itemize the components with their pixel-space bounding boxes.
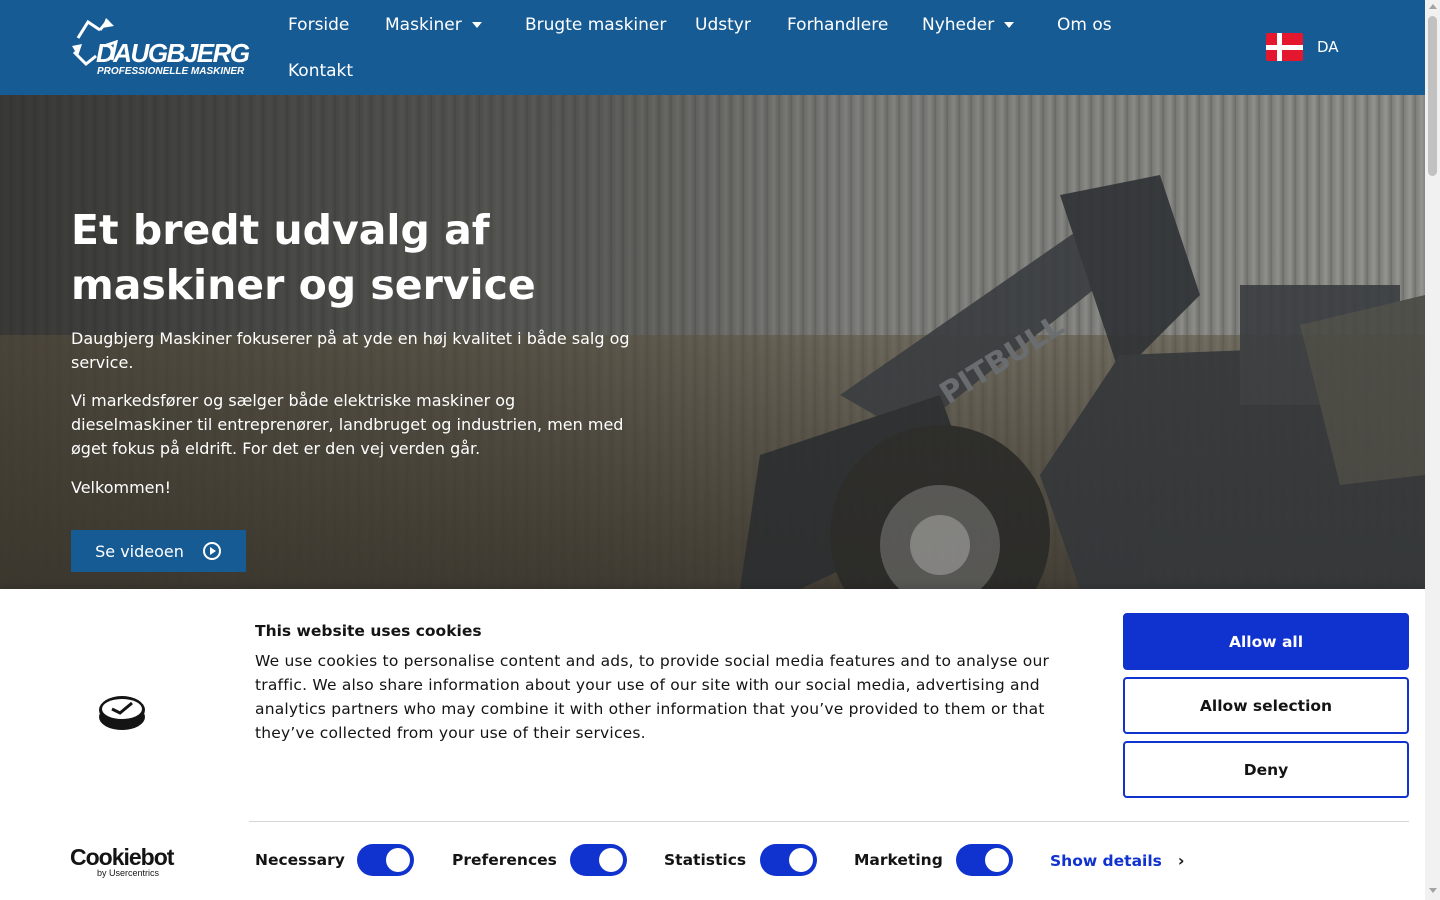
toggle-preferences[interactable] [570, 844, 627, 876]
toggle-label-necessary: Necessary [255, 851, 345, 869]
brand-logo[interactable]: DAUGBJERG PROFESSIONELLE MASKINER [70, 16, 260, 80]
cookiebot-logo[interactable]: Cookiebot by Usercentrics [70, 844, 174, 878]
nav-item-maskiner[interactable]: Maskiner [385, 15, 482, 35]
cookie-banner: Cookiebot by Usercentrics This website u… [0, 589, 1425, 900]
nav-item-nyheder[interactable]: Nyheder [922, 15, 1015, 35]
toggle-label-marketing: Marketing [854, 851, 943, 869]
toggle-label-statistics: Statistics [664, 851, 747, 869]
play-circle-icon [202, 542, 221, 560]
nav-label: Kontakt [288, 61, 354, 81]
danish-flag-icon [1266, 33, 1303, 61]
allow-all-button[interactable]: Allow all [1123, 613, 1409, 670]
hero-title: Et bredt udvalg af maskiner og service [71, 206, 536, 309]
hero-welcome: Velkommen! [71, 478, 172, 497]
caret-down-icon [1004, 22, 1015, 28]
nav-label: Nyheder [922, 15, 995, 35]
toggle-marketing[interactable] [956, 844, 1013, 876]
scrollbar-thumb[interactable] [1428, 16, 1437, 176]
toggle-necessary[interactable] [357, 844, 414, 876]
show-details-link[interactable]: Show details › [1050, 851, 1184, 870]
nav-item-udstyr[interactable]: Udstyr [695, 15, 751, 35]
cookiebot-icon [98, 693, 146, 735]
allow-selection-button[interactable]: Allow selection [1123, 677, 1409, 734]
show-details-label: Show details [1050, 851, 1162, 870]
toggle-statistics[interactable] [760, 844, 817, 876]
site-header: DAUGBJERG PROFESSIONELLE MASKINER Forsid… [0, 0, 1425, 95]
hero-paragraph: Vi markedsfører og sælger både elektrisk… [71, 391, 624, 458]
nav-label: Udstyr [695, 15, 751, 35]
page-viewport: DAUGBJERG PROFESSIONELLE MASKINER Forsid… [0, 0, 1425, 900]
cookie-divider [249, 821, 1409, 822]
cookie-description: We use cookies to personalise content an… [255, 652, 1050, 742]
scroll-down-arrow-icon[interactable] [1429, 888, 1437, 893]
language-switcher[interactable]: DA [1266, 33, 1339, 61]
nav-item-forside[interactable]: Forside [288, 15, 349, 35]
language-label: DA [1317, 38, 1339, 56]
nav-label: Forside [288, 15, 350, 35]
page-scrollbar[interactable] [1425, 0, 1440, 900]
caret-down-icon [471, 22, 482, 28]
nav-label: Maskiner [385, 15, 462, 35]
nav-label: Om os [1057, 15, 1112, 35]
chevron-right-icon: › [1177, 851, 1185, 870]
toggle-label-preferences: Preferences [452, 851, 557, 869]
watch-video-button[interactable]: Se videoen [71, 530, 246, 572]
cookie-title: This website uses cookies [255, 622, 482, 640]
nav-item-om-os[interactable]: Om os [1057, 15, 1112, 35]
hero-paragraph: Daugbjerg Maskiner fokuserer på at yde e… [71, 329, 630, 372]
deny-button[interactable]: Deny [1123, 741, 1409, 798]
nav-item-forhandlere[interactable]: Forhandlere [787, 15, 888, 35]
hero-section: PITBULL Et bredt udvalg af maskiner og s… [0, 95, 1425, 589]
nav-label: Forhandlere [787, 15, 889, 35]
wheel-loader-illustration: PITBULL [740, 175, 1425, 589]
cookiebot-logo-text: Cookiebot [70, 844, 174, 870]
brand-name: DAUGBJERG [96, 38, 250, 68]
scroll-up-arrow-icon[interactable] [1429, 4, 1437, 9]
nav-item-kontakt[interactable]: Kontakt [288, 61, 353, 81]
brand-tagline: PROFESSIONELLE MASKINER [97, 66, 245, 77]
nav-label: Brugte maskiner [525, 15, 667, 35]
watch-video-label: Se videoen [95, 541, 184, 561]
nav-item-brugte-maskiner[interactable]: Brugte maskiner [525, 15, 666, 35]
